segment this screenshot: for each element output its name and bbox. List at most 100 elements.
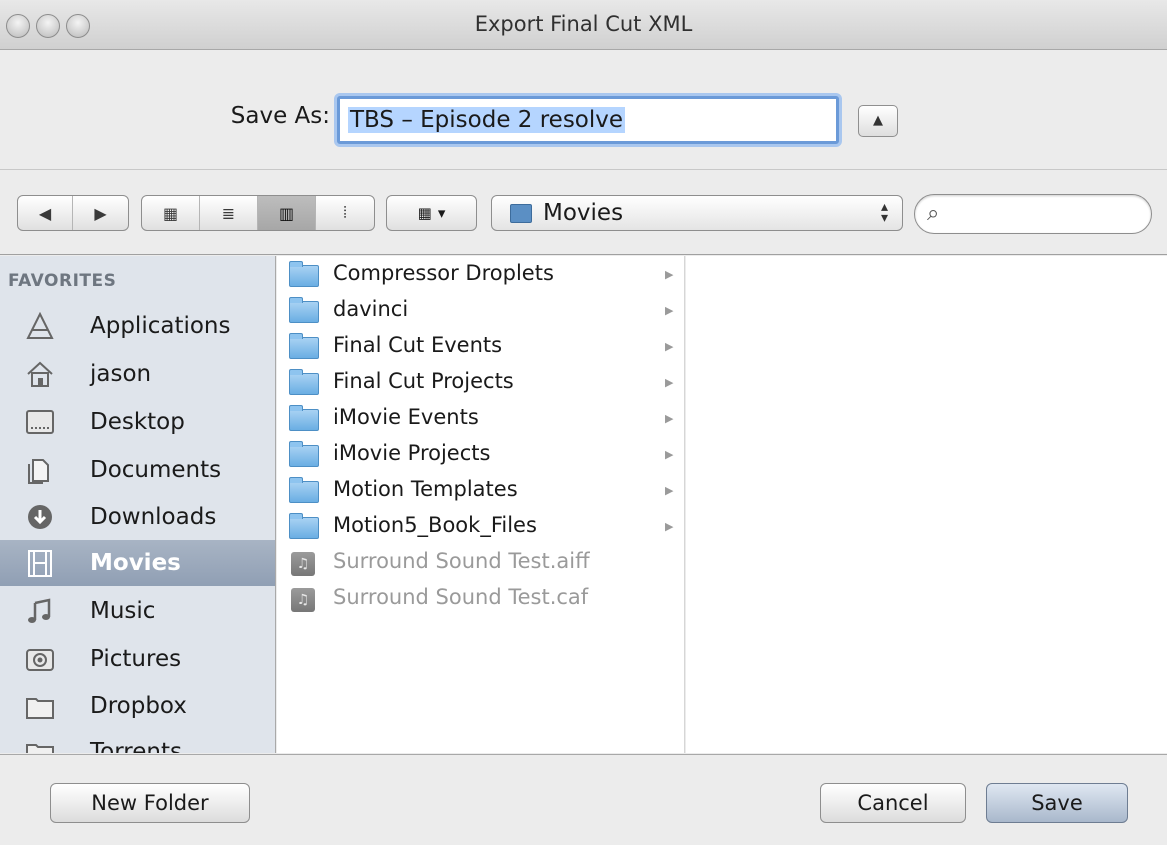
- save-as-row: Save As: TBS – Episode 2 resolve ▲: [0, 50, 1167, 170]
- file-name: Final Cut Events: [333, 333, 503, 357]
- window-title: Export Final Cut XML: [474, 12, 693, 36]
- movies-icon: [24, 548, 56, 578]
- sidebar-item-dropbox[interactable]: Dropbox: [0, 683, 275, 729]
- disclosure-arrow-icon: ▶: [665, 520, 674, 533]
- file-name: Motion5_Book_Files: [333, 513, 537, 537]
- back-arrow-icon[interactable]: ◀: [18, 196, 74, 230]
- audio-file-icon: ♫: [291, 588, 315, 612]
- sidebar-item-documents[interactable]: Documents: [0, 447, 275, 493]
- folder-icon: [24, 737, 56, 753]
- cancel-button[interactable]: Cancel: [820, 783, 966, 823]
- folder-icon: [289, 477, 319, 503]
- back-forward-control: ◀ ▶: [17, 195, 129, 231]
- sidebar-item-torrents[interactable]: Torrents: [0, 729, 275, 753]
- sidebar-item-applications[interactable]: Applications: [0, 303, 275, 349]
- sidebar-item-music[interactable]: Music: [0, 588, 275, 634]
- disclosure-arrow-icon: ▶: [665, 448, 674, 461]
- sidebar-item-label: Applications: [90, 313, 231, 339]
- browser-toolbar: ◀ ▶ ▦ ≣ ▥ ⦙ ▦ ▾ Movies ▴ ▾ ⌕: [0, 171, 1167, 255]
- sidebar-item-pictures[interactable]: Pictures: [0, 636, 275, 682]
- list-view-icon[interactable]: ≣: [200, 196, 258, 230]
- file-name: davinci: [333, 297, 409, 321]
- folder-icon: [24, 691, 56, 721]
- list-item: ♫ Surround Sound Test.aiff: [277, 546, 685, 582]
- file-name: Compressor Droplets: [333, 261, 554, 285]
- title-bar[interactable]: Export Final Cut XML: [0, 0, 1167, 50]
- dialog-button-bar: New Folder Cancel Save: [0, 754, 1167, 845]
- arrange-menu-button[interactable]: ▦ ▾: [386, 195, 477, 231]
- save-as-label: Save As:: [230, 103, 330, 129]
- location-popup[interactable]: Movies ▴ ▾: [491, 195, 903, 231]
- sidebar-item-desktop[interactable]: Desktop: [0, 399, 275, 445]
- list-item[interactable]: Compressor Droplets ▶: [277, 258, 685, 294]
- view-mode-control: ▦ ≣ ▥ ⦙: [141, 195, 375, 231]
- sidebar-item-movies[interactable]: Movies: [0, 540, 275, 586]
- applications-icon: [24, 311, 56, 341]
- sidebar-section-favorites: FAVORITES: [8, 271, 117, 291]
- folder-icon: [289, 405, 319, 431]
- file-name: Final Cut Projects: [333, 369, 514, 393]
- forward-arrow-icon[interactable]: ▶: [73, 196, 128, 230]
- folder-icon: [289, 369, 319, 395]
- documents-icon: [24, 455, 56, 485]
- sidebar-item-label: Pictures: [90, 646, 182, 672]
- list-item[interactable]: Motion5_Book_Files ▶: [277, 510, 685, 546]
- new-folder-button[interactable]: New Folder: [50, 783, 250, 823]
- disclosure-arrow-icon: ▶: [665, 376, 674, 389]
- sidebar-item-label: Desktop: [90, 409, 185, 435]
- sidebar-item-label: Dropbox: [90, 693, 187, 719]
- search-input[interactable]: ⌕: [914, 194, 1152, 234]
- list-item[interactable]: Final Cut Events ▶: [277, 330, 685, 366]
- disclosure-arrow-icon: ▶: [665, 484, 674, 497]
- list-item: ♫ Surround Sound Test.caf: [277, 582, 685, 618]
- arrange-icon: ▦: [417, 204, 432, 222]
- folder-icon: [289, 297, 319, 323]
- list-item[interactable]: Motion Templates ▶: [277, 474, 685, 510]
- file-name: iMovie Events: [333, 405, 479, 429]
- sidebar-item-label: Music: [90, 598, 156, 624]
- folder-icon: [289, 513, 319, 539]
- column-view-icon[interactable]: ▥: [258, 196, 316, 230]
- folder-icon: [289, 441, 319, 467]
- sidebar-item-label: jason: [90, 361, 152, 387]
- filename-input[interactable]: TBS – Episode 2 resolve: [337, 96, 839, 144]
- file-name: Surround Sound Test.aiff: [333, 549, 590, 573]
- sidebar-item-label: Movies: [90, 550, 181, 576]
- location-label: Movies: [543, 200, 624, 226]
- filename-text: TBS – Episode 2 resolve: [348, 107, 626, 133]
- disclosure-arrow-icon: ▶: [665, 268, 674, 281]
- sidebar-item-jason[interactable]: jason: [0, 351, 275, 397]
- cover-flow-view-icon[interactable]: ⦙: [316, 196, 374, 230]
- desktop-icon: [24, 407, 56, 437]
- list-item[interactable]: iMovie Projects ▶: [277, 438, 685, 474]
- save-button[interactable]: Save: [986, 783, 1128, 823]
- home-icon: [24, 359, 56, 389]
- sidebar: FAVORITES Applications jason Desktop Doc…: [0, 256, 276, 753]
- file-name: iMovie Projects: [333, 441, 491, 465]
- sidebar-item-label: Documents: [90, 457, 222, 483]
- file-name: Motion Templates: [333, 477, 518, 501]
- icon-view-icon[interactable]: ▦: [142, 196, 200, 230]
- folder-icon: [289, 261, 319, 287]
- music-icon: [24, 596, 56, 626]
- audio-file-icon: ♫: [291, 552, 315, 576]
- pictures-icon: [24, 644, 56, 674]
- disclosure-arrow-icon: ▶: [665, 304, 674, 317]
- file-name: Surround Sound Test.caf: [333, 585, 589, 609]
- folder-icon: [289, 333, 319, 359]
- sidebar-item-downloads[interactable]: Downloads: [0, 494, 275, 540]
- list-item[interactable]: Final Cut Projects ▶: [277, 366, 685, 402]
- disclosure-arrow-icon: ▶: [665, 340, 674, 353]
- browser-column-empty[interactable]: [686, 256, 1167, 753]
- popup-stepper-icon: ▴ ▾: [880, 199, 888, 226]
- downloads-icon: [24, 502, 56, 532]
- save-dialog-window: Export Final Cut XML Save As: TBS – Epis…: [0, 0, 1167, 845]
- expand-dialog-button[interactable]: ▲: [858, 105, 898, 137]
- browser-column-movies[interactable]: Compressor Droplets ▶ davinci ▶ Final Cu…: [277, 256, 685, 753]
- list-item[interactable]: davinci ▶: [277, 294, 685, 330]
- chevron-down-icon: ▾: [437, 204, 446, 222]
- movies-folder-icon: [510, 204, 532, 223]
- list-item[interactable]: iMovie Events ▶: [277, 402, 685, 438]
- sidebar-item-label: Torrents: [90, 739, 182, 753]
- sidebar-item-label: Downloads: [90, 504, 217, 530]
